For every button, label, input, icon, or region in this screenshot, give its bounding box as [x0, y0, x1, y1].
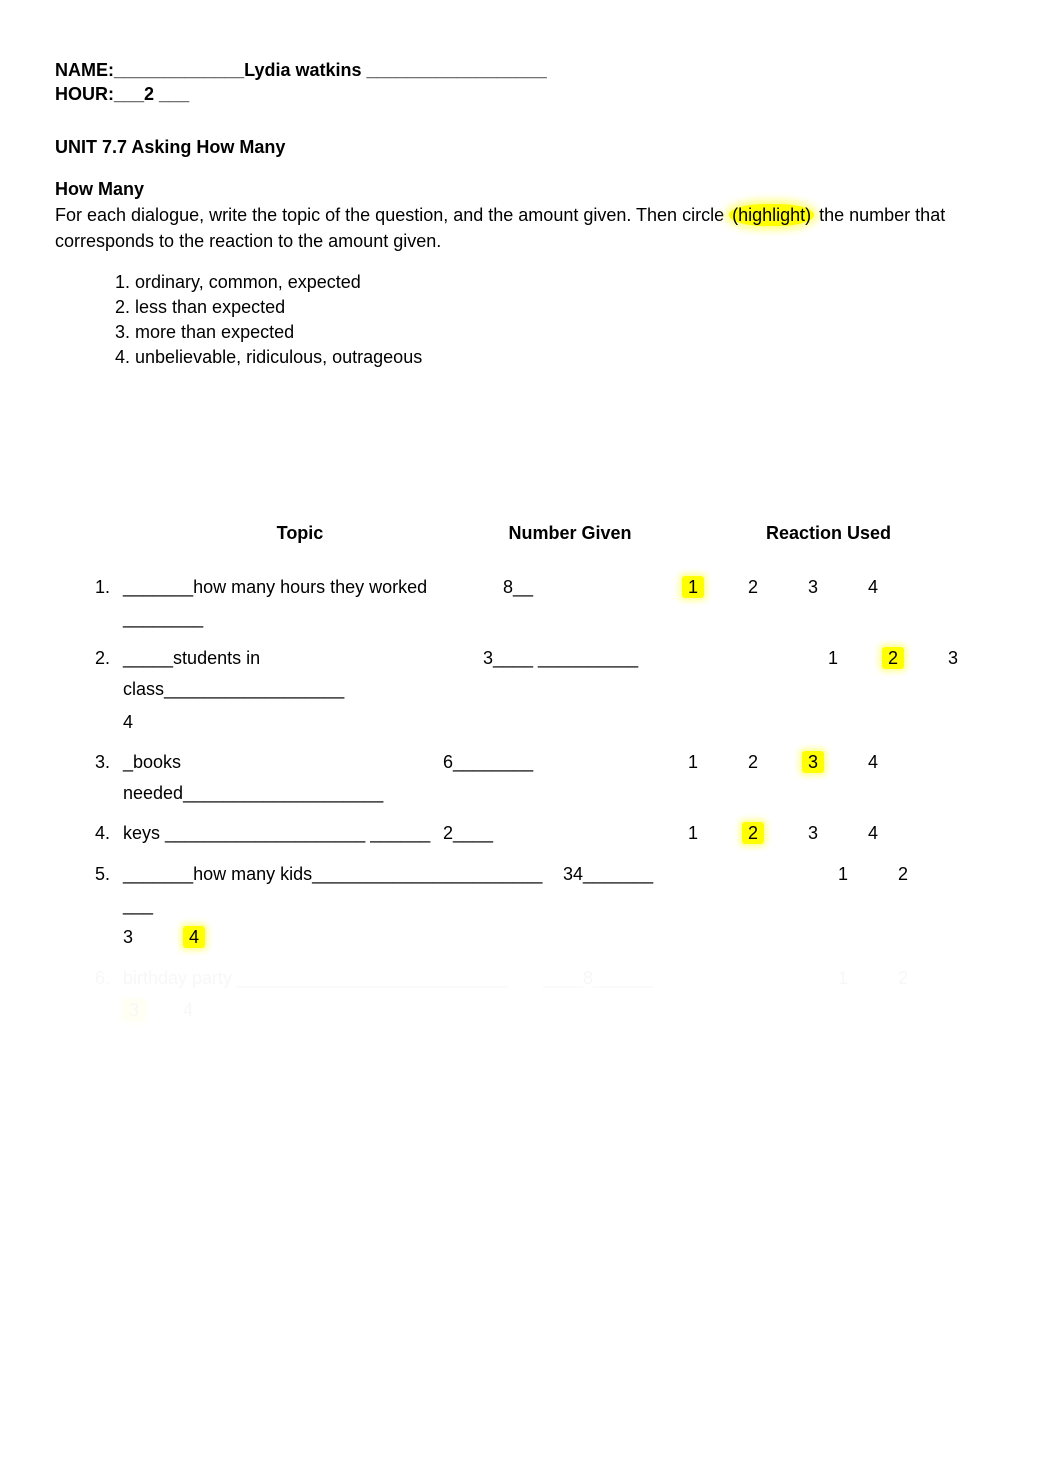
- row-topic: _books needed____________________: [123, 747, 443, 808]
- table-row: 4.keys ____________________ ______2____ 1…: [95, 818, 1007, 849]
- row-number-given: 3____ __________: [483, 643, 713, 674]
- reaction-number: 1: [663, 818, 723, 849]
- faded-rows: [95, 1036, 1007, 1416]
- reaction-number: 2: [723, 747, 783, 778]
- table-row: 3._books needed____________________ 6___…: [95, 747, 1007, 808]
- rows-container: 1._______how many hours they worked ____…: [95, 572, 1007, 1026]
- reaction-number: 1: [813, 963, 873, 994]
- table-row: 1._______how many hours they worked ____…: [95, 572, 1007, 633]
- row-topic: _______how many kids____________________…: [123, 859, 563, 920]
- instructions-pre: For each dialogue, write the topic of th…: [55, 205, 729, 225]
- table-header: Topic Number Given Reaction Used: [55, 523, 1007, 544]
- table-row: 6.birthday party _______________________…: [95, 963, 1007, 1026]
- reaction-number: 4: [843, 818, 903, 849]
- row-number-given: 8__: [503, 572, 613, 603]
- reaction-number: 2: [863, 643, 923, 674]
- row-topic: _____students in class__________________: [123, 643, 483, 704]
- highlight-word: (highlight): [729, 204, 814, 226]
- legend-item: 4. unbelievable, ridiculous, outrageous: [115, 347, 1007, 368]
- legend-item: 2. less than expected: [115, 297, 1007, 318]
- row-topic: keys ____________________ ______: [123, 818, 443, 849]
- row-number: 6.: [95, 963, 123, 994]
- reaction-number: 4: [843, 747, 903, 778]
- name-label: NAME:: [55, 60, 114, 80]
- reaction-number: 2: [873, 859, 933, 890]
- reaction-number: 2: [723, 572, 783, 603]
- hour-line: HOUR:___2 ___: [55, 84, 1007, 105]
- reaction-number: 3: [783, 572, 843, 603]
- col-reaction: Reaction Used: [650, 523, 1007, 544]
- legend-list: 1. ordinary, common, expected 2. less th…: [115, 272, 1007, 368]
- hour-value: ___2 ___: [114, 84, 189, 104]
- reaction-numbers: 12: [813, 963, 933, 994]
- reaction-number: 1: [803, 643, 863, 674]
- reaction-numbers: 12: [813, 859, 933, 890]
- reaction-number: 3: [783, 818, 843, 849]
- reaction-number: 3: [923, 643, 983, 674]
- table-row: 2._____students in class________________…: [95, 643, 1007, 737]
- row-number: 2.: [95, 643, 123, 674]
- reaction-numbers: 1234: [663, 572, 903, 603]
- reaction-number: 1: [663, 747, 723, 778]
- reaction-number: 2: [723, 818, 783, 849]
- row-wrap: 34: [123, 995, 1007, 1026]
- row-wrap: 4: [123, 707, 1007, 738]
- reaction-numbers: 123: [803, 643, 983, 674]
- row-number-given: 34_______: [563, 859, 713, 890]
- reaction-number: 3: [783, 747, 843, 778]
- row-number: 5.: [95, 859, 123, 890]
- row-number-given: 6________: [443, 747, 613, 778]
- row-topic: birthday party _________________________…: [123, 963, 543, 994]
- name-line: NAME:_____________Lydia watkins ________…: [55, 60, 1007, 81]
- col-number: Number Given: [490, 523, 650, 544]
- col-topic: Topic: [110, 523, 490, 544]
- reaction-numbers: 1234: [663, 818, 903, 849]
- row-topic: _______how many hours they worked ______…: [123, 572, 503, 633]
- row-number: 1.: [95, 572, 123, 603]
- row-number: 3.: [95, 747, 123, 778]
- reaction-number: 1: [813, 859, 873, 890]
- row-number-given: ____8______: [543, 963, 713, 994]
- name-value: _____________Lydia watkins _____________…: [114, 60, 547, 80]
- legend-item: 1. ordinary, common, expected: [115, 272, 1007, 293]
- legend-item: 3. more than expected: [115, 322, 1007, 343]
- reaction-number: 2: [873, 963, 933, 994]
- reaction-number: 1: [663, 572, 723, 603]
- row-number-given: 2____: [443, 818, 613, 849]
- table-row: 5._______how many kids__________________…: [95, 859, 1007, 953]
- unit-title: UNIT 7.7 Asking How Many: [55, 137, 1007, 158]
- reaction-number: 4: [843, 572, 903, 603]
- row-wrap: 34: [123, 922, 1007, 953]
- instructions-block: How Many For each dialogue, write the to…: [55, 176, 1007, 254]
- hour-label: HOUR:: [55, 84, 114, 104]
- reaction-numbers: 1234: [663, 747, 903, 778]
- section-title: How Many: [55, 179, 144, 199]
- row-number: 4.: [95, 818, 123, 849]
